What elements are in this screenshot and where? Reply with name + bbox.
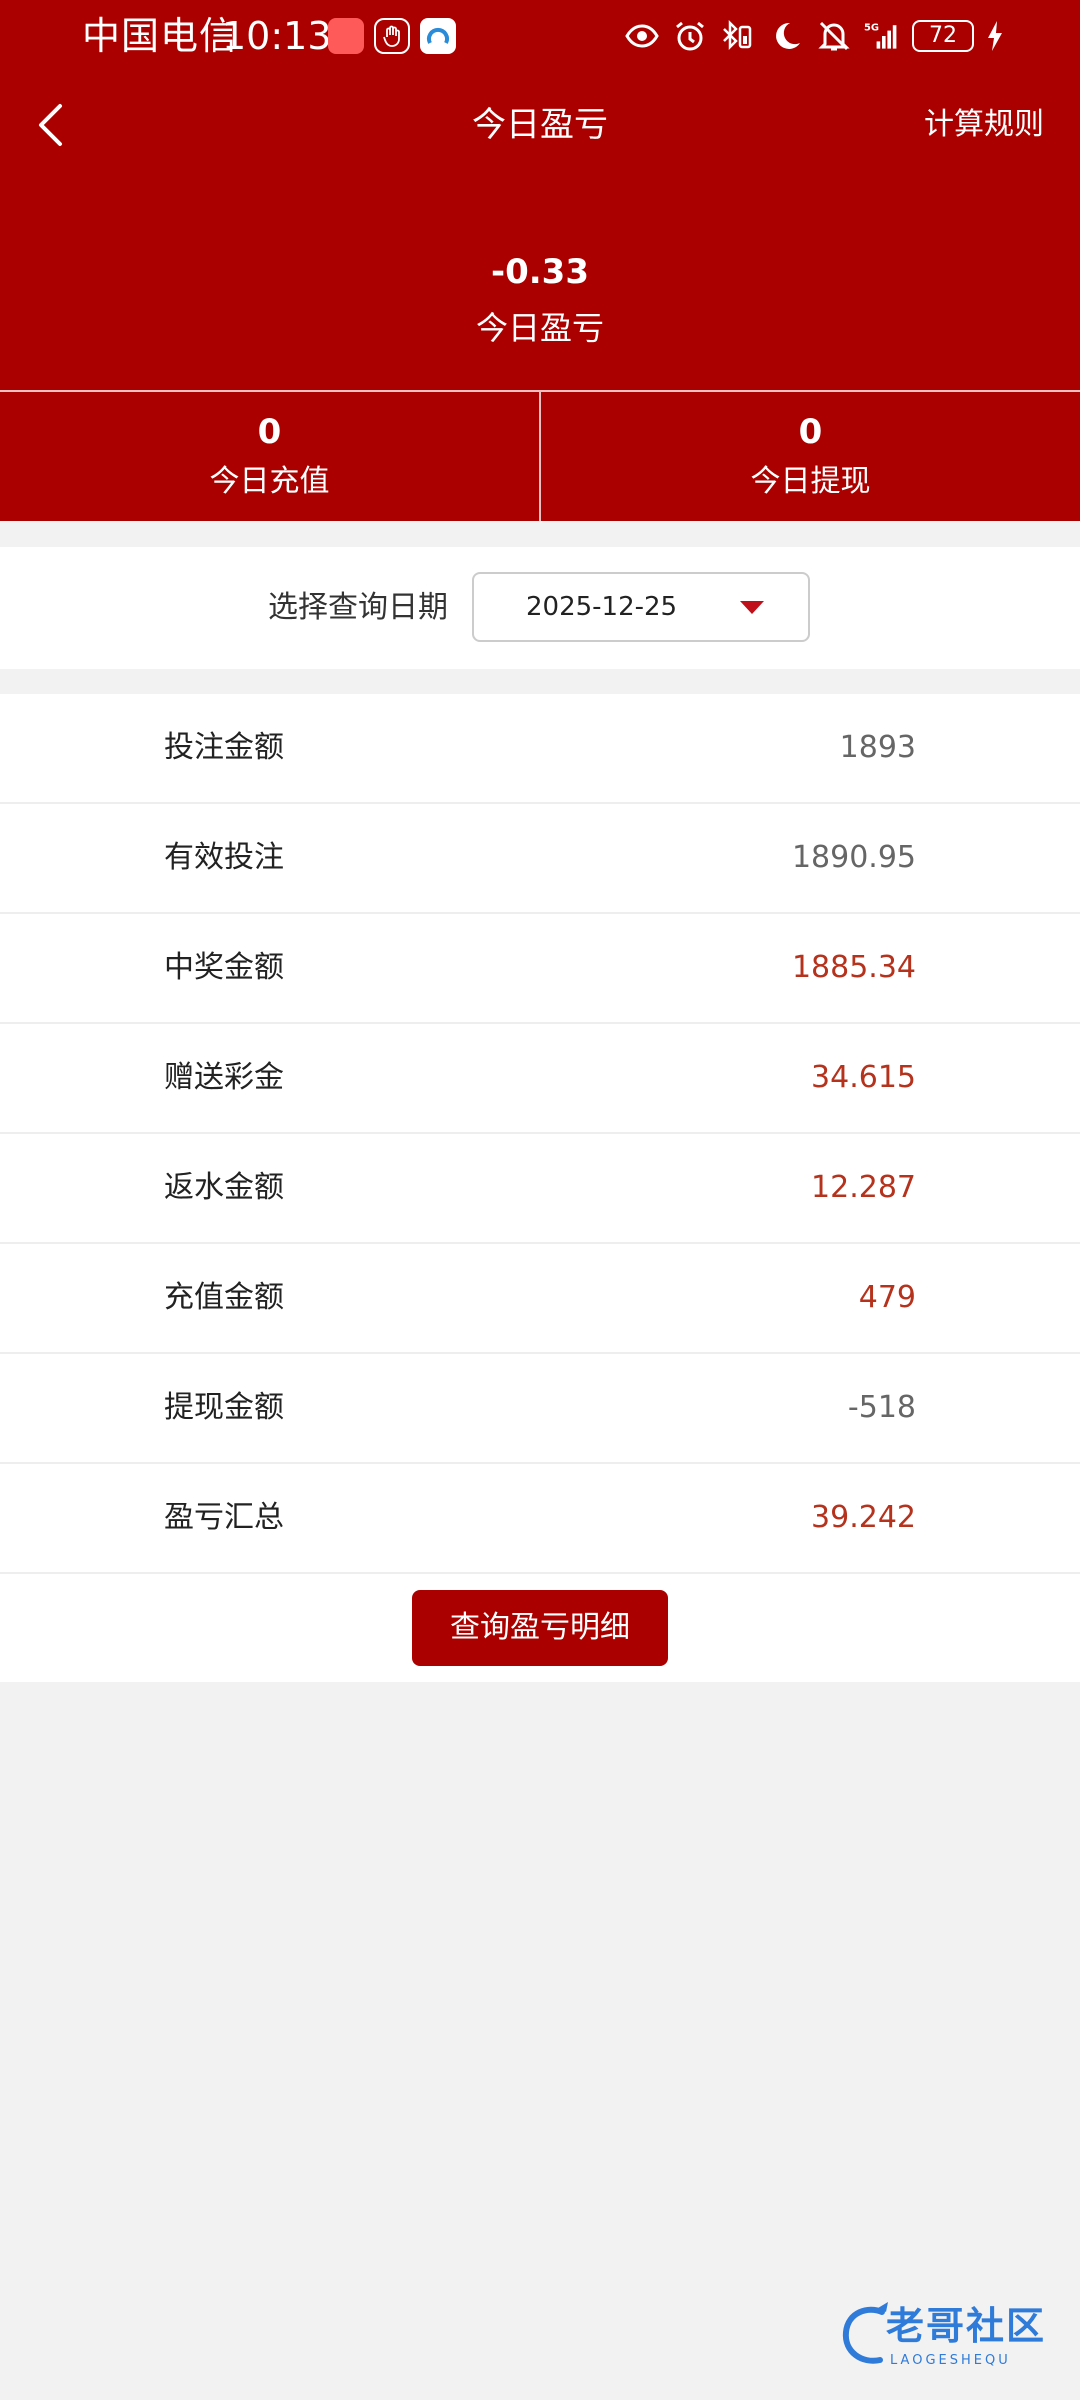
query-profit-details-button[interactable]: 查询盈亏明细 <box>412 1590 668 1666</box>
notification-icons <box>328 18 456 54</box>
clock: 10:13 <box>222 14 332 58</box>
profit-details-card: 投注金额 1893 有效投注 1890.95 中奖金额 1885.34 赠送彩金… <box>0 694 1080 1682</box>
watermark-logo: 老哥社区 LAOGESHEQU <box>838 2298 1068 2374</box>
today-profit-value: -0.33 <box>491 252 589 292</box>
row-label: 返水金额 <box>164 1170 284 1205</box>
row-value: 34.615 <box>811 1060 916 1095</box>
back-button[interactable] <box>20 90 80 160</box>
eye-icon <box>625 24 659 48</box>
row-value: 12.287 <box>811 1170 916 1205</box>
huawei-store-icon <box>328 18 364 54</box>
charging-icon <box>988 21 1002 51</box>
date-select[interactable]: 2025-12-25 <box>472 572 810 642</box>
list-row-deposit-amount: 充值金额 479 <box>0 1244 1080 1354</box>
row-label: 有效投注 <box>164 840 284 875</box>
status-bar: 中国电信 10:13 5G 72 <box>0 0 1080 72</box>
carrier-label: 中国电信 <box>82 14 239 58</box>
row-label: 投注金额 <box>164 730 284 765</box>
row-value: 479 <box>858 1280 916 1315</box>
bluetooth-battery-icon <box>723 19 752 51</box>
battery-indicator: 72 <box>912 20 974 52</box>
alarm-icon <box>676 21 704 51</box>
row-value: 1885.34 <box>791 950 916 985</box>
moon-icon <box>776 22 800 49</box>
date-select-value: 2025-12-25 <box>526 592 678 622</box>
calculation-rules-link[interactable]: 计算规则 <box>924 100 1044 150</box>
row-value: 1890.95 <box>791 840 916 875</box>
list-row-winning-amount: 中奖金额 1885.34 <box>0 914 1080 1024</box>
list-row-rebate: 返水金额 12.287 <box>0 1134 1080 1244</box>
list-row-valid-bet: 有效投注 1890.95 <box>0 804 1080 914</box>
today-withdraw-label: 今日提现 <box>750 464 871 499</box>
chevron-left-icon <box>39 104 62 146</box>
row-label: 充值金额 <box>164 1280 284 1315</box>
today-withdraw-stat: 0 今日提现 <box>541 408 1080 506</box>
watermark-text: 老哥社区 <box>886 2304 1047 2348</box>
row-value: 1893 <box>839 730 916 765</box>
app-notification-icon <box>420 18 456 54</box>
list-row-bonus: 赠送彩金 34.615 <box>0 1024 1080 1134</box>
row-value: -518 <box>847 1390 916 1425</box>
caret-down-icon <box>740 601 764 614</box>
date-query-label: 选择查询日期 <box>268 590 448 625</box>
status-indicators: 5G 72 <box>624 14 1004 58</box>
list-row-withdraw-amount: 提现金额 -518 <box>0 1354 1080 1464</box>
row-label: 中奖金额 <box>164 950 284 985</box>
row-label: 提现金额 <box>164 1390 284 1425</box>
page-title: 今日盈亏 <box>472 105 608 145</box>
today-profit-label: 今日盈亏 <box>475 309 604 347</box>
list-row-bet-amount: 投注金额 1893 <box>0 694 1080 804</box>
row-value: 39.242 <box>811 1500 916 1535</box>
today-deposit-value: 0 <box>257 412 282 452</box>
svg-text:5G: 5G <box>864 23 879 34</box>
list-row-profit-summary: 盈亏汇总 39.242 <box>0 1464 1080 1574</box>
row-label: 盈亏汇总 <box>164 1500 284 1535</box>
hand-icon <box>374 18 410 54</box>
watermark-subtext: LAOGESHEQU <box>890 2353 1011 2368</box>
today-deposit-stat: 0 今日充值 <box>0 408 539 506</box>
today-deposit-label: 今日充值 <box>209 464 330 499</box>
date-query-section: 选择查询日期 2025-12-25 <box>0 547 1080 669</box>
signal-icon: 5G <box>864 23 897 49</box>
row-label: 赠送彩金 <box>164 1060 284 1095</box>
mute-bell-icon <box>818 21 850 51</box>
today-withdraw-value: 0 <box>798 412 823 452</box>
